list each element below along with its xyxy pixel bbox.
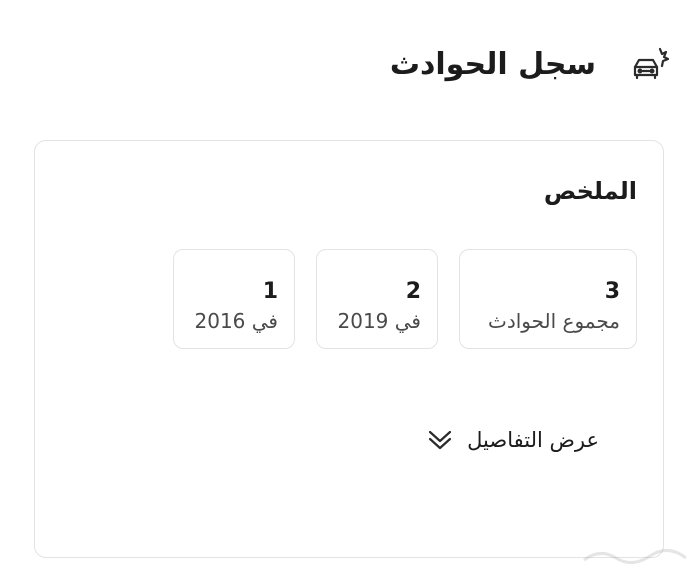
page-header: سجل الحوادث [390, 42, 672, 88]
stat-card-2016: 1 في 2016 [173, 249, 295, 349]
incident-history-page: سجل الحوادث الملخص 3 مجموع الحوادث 2 في … [0, 0, 700, 568]
stat-card-total: 3 مجموع الحوادث [459, 249, 637, 349]
page-title: سجل الحوادث [389, 47, 596, 82]
show-details-button[interactable]: عرض التفاصيل [427, 427, 599, 453]
stat-value: 1 [262, 279, 278, 304]
double-chevron-down-icon [427, 427, 453, 453]
summary-title: الملخص [543, 177, 637, 205]
watermark-logo [583, 549, 687, 564]
show-details-label: عرض التفاصيل [467, 428, 599, 452]
car-crash-icon [626, 42, 672, 88]
stat-label: في 2016 [194, 309, 279, 334]
stat-label: مجموع الحوادث [488, 309, 620, 334]
summary-card: الملخص 3 مجموع الحوادث 2 في 2019 1 في 20… [34, 140, 664, 558]
stat-label: في 2019 [337, 309, 422, 334]
stat-card-2019: 2 في 2019 [316, 249, 438, 349]
stat-value: 3 [604, 279, 620, 304]
stat-value: 2 [405, 279, 421, 304]
